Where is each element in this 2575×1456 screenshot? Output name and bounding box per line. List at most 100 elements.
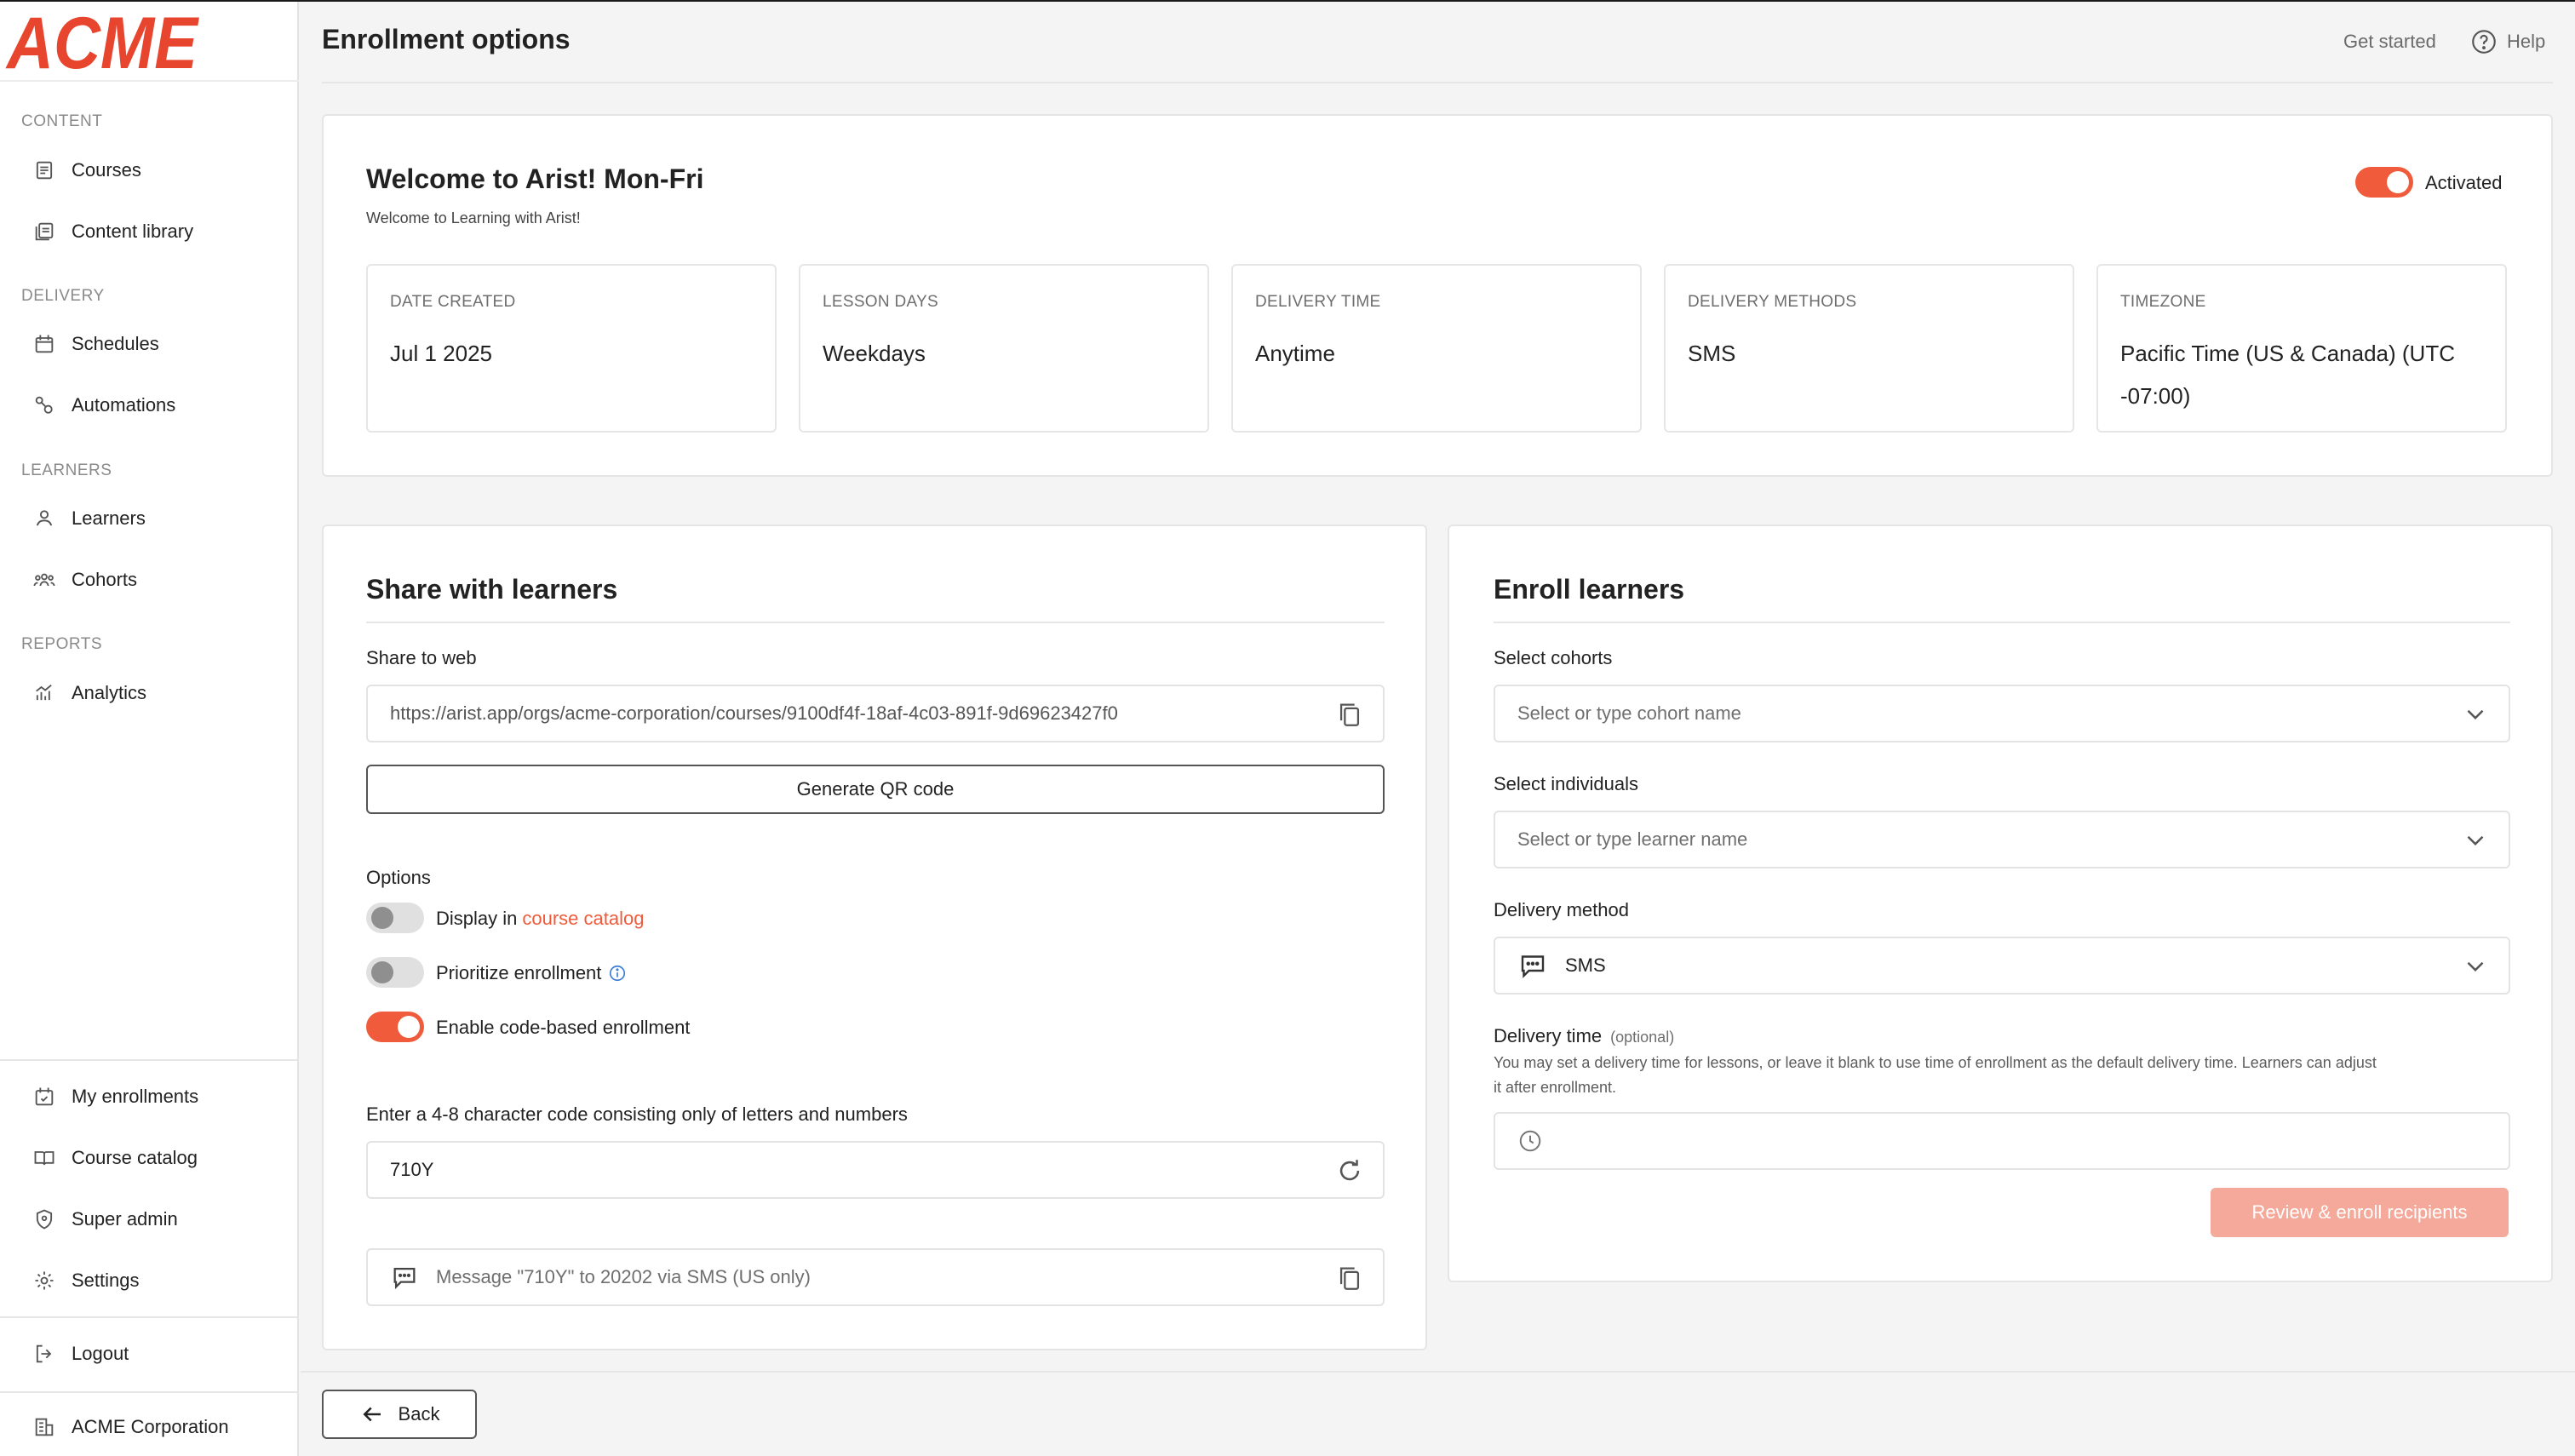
chat-icon (1521, 955, 1545, 978)
back-label: Back (398, 1403, 440, 1424)
acme-logo[interactable]: ACME (5, 9, 201, 75)
delivery-time-label: Delivery time (optional) (1494, 1025, 1674, 1047)
sidebar-item-analytics[interactable]: Analytics (0, 668, 299, 719)
course-catalog-link[interactable]: course catalog (522, 908, 644, 930)
arrow-left-icon (363, 1407, 381, 1422)
help-button[interactable]: Help (2469, 27, 2545, 56)
help-icon (2472, 30, 2496, 54)
option-label: Prioritize enrollment (436, 962, 602, 983)
info-box-lesson-days: LESSON DAYS Weekdays (799, 264, 1209, 433)
sidebar-item-course-catalog[interactable]: Course catalog (0, 1132, 299, 1184)
schedule-title: Welcome to Arist! Mon-Fri (366, 163, 704, 194)
copy-icon[interactable] (1335, 700, 1364, 729)
enrollment-code-input[interactable]: 710Y (366, 1141, 1385, 1199)
user-icon (36, 510, 53, 526)
info-box-label: LESSON DAYS (823, 293, 938, 311)
info-box-label: DELIVERY TIME (1255, 293, 1381, 311)
chevron-down-icon (2467, 961, 2484, 972)
display-catalog-toggle[interactable] (366, 903, 424, 933)
sidebar-item-label: Learners (72, 507, 146, 529)
chevron-down-icon (2467, 709, 2484, 720)
refresh-icon[interactable] (1335, 1156, 1364, 1185)
activated-label: Activated (2425, 172, 2503, 193)
delivery-method-value: SMS (1565, 954, 1606, 976)
prioritize-enrollment-toggle[interactable] (366, 957, 424, 988)
info-box-value: SMS (1688, 341, 1736, 366)
share-card: Share with learners Share to web https:/… (322, 525, 1427, 1350)
display-catalog-option: Display in course catalog (436, 908, 644, 930)
section-label-reports: REPORTS (21, 635, 103, 653)
sidebar-item-label: Analytics (72, 682, 147, 703)
sidebar-item-my-enrollments[interactable]: My enrollments (0, 1071, 299, 1122)
gear-icon (35, 1271, 54, 1290)
section-label-learners: LEARNERS (21, 461, 112, 479)
learner-select-placeholder: Select or type learner name (1517, 828, 1748, 850)
sidebar-item-automations[interactable]: Automations (0, 380, 299, 431)
generate-qr-button[interactable]: Generate QR code (366, 765, 1385, 814)
delivery-time-help-line: it after enrollment. (1494, 1079, 1617, 1096)
prioritize-enrollment-option: Prioritize enrollment (436, 962, 627, 984)
sidebar-item-settings[interactable]: Settings (0, 1255, 299, 1306)
sidebar-item-logout[interactable]: Logout (0, 1328, 299, 1379)
option-label: Enable code-based enrollment (436, 1017, 691, 1038)
info-box-timezone: TIMEZONE Pacific Time (US & Canada) (UTC… (2096, 264, 2507, 433)
code-enrollment-toggle[interactable] (366, 1012, 424, 1042)
share-url-field[interactable]: https://arist.app/orgs/acme-corporation/… (366, 685, 1385, 742)
learner-select[interactable]: Select or type learner name (1494, 811, 2510, 868)
sidebar-item-label: Cohorts (72, 569, 138, 590)
info-box-delivery-methods: DELIVERY METHODS SMS (1664, 264, 2074, 433)
optional-tag: (optional) (1610, 1029, 1675, 1046)
sidebar-item-learners[interactable]: Learners (0, 493, 299, 544)
share-title: Share with learners (366, 574, 618, 605)
enrollment-icon (35, 1087, 54, 1106)
divider (366, 622, 1385, 623)
sidebar-item-content-library[interactable]: Content library (0, 206, 299, 257)
sidebar-item-label: Content library (72, 221, 194, 242)
sms-message-field[interactable]: Message "710Y" to 20202 via SMS (US only… (366, 1248, 1385, 1306)
get-started-link[interactable]: Get started (2343, 31, 2436, 53)
section-label-content: CONTENT (21, 112, 103, 130)
activated-toggle[interactable] (2355, 167, 2413, 198)
schedule-summary-card: Welcome to Arist! Mon-Fri Welcome to Lea… (322, 114, 2553, 477)
divider (322, 82, 2553, 83)
info-box-value: Pacific Time (US & Canada) (UTC -07:00) (2120, 341, 2455, 409)
sidebar-item-cohorts[interactable]: Cohorts (0, 554, 299, 605)
copy-icon[interactable] (1335, 1264, 1364, 1293)
schedule-subtitle: Welcome to Learning with Arist! (366, 209, 581, 226)
share-to-web-label: Share to web (366, 647, 477, 668)
section-label-delivery: DELIVERY (21, 287, 105, 305)
cohort-select-placeholder: Select or type cohort name (1517, 702, 1741, 724)
delivery-time-input[interactable] (1494, 1112, 2510, 1170)
info-box-label: TIMEZONE (2120, 293, 2206, 311)
delivery-method-label: Delivery method (1494, 899, 1629, 920)
sidebar-item-super-admin[interactable]: Super admin (0, 1194, 299, 1245)
sidebar-item-label: Courses (72, 159, 141, 181)
divider (301, 1371, 2575, 1373)
cohort-select[interactable]: Select or type cohort name (1494, 685, 2510, 742)
divider (0, 1316, 299, 1318)
sidebar-item-organization[interactable]: ACME Corporation (0, 1402, 299, 1453)
info-icon[interactable] (608, 964, 627, 983)
chevron-down-icon (2467, 835, 2484, 846)
delivery-method-select[interactable]: SMS (1494, 937, 2510, 995)
analytics-icon (36, 684, 52, 701)
page-title: Enrollment options (322, 24, 571, 54)
sidebar-item-label: ACME Corporation (72, 1416, 229, 1437)
review-enroll-button[interactable]: Review & enroll recipients (2211, 1188, 2509, 1237)
back-button[interactable]: Back (322, 1390, 477, 1439)
divider (0, 1059, 299, 1061)
clock-icon (1519, 1130, 1541, 1152)
list-icon (36, 161, 53, 180)
enroll-title: Enroll learners (1494, 574, 1685, 605)
sidebar-item-label: Course catalog (72, 1147, 198, 1168)
divider (1494, 622, 2510, 623)
sidebar-item-label: Automations (72, 394, 176, 416)
sidebar-item-courses[interactable]: Courses (0, 145, 299, 196)
option-label: Display in (436, 908, 518, 929)
sidebar-item-label: Schedules (72, 333, 159, 354)
help-label: Help (2507, 31, 2546, 52)
sidebar-item-label: My enrollments (72, 1086, 199, 1107)
sidebar-item-schedules[interactable]: Schedules (0, 318, 299, 370)
enrollment-code-label: Enter a 4-8 character code consisting on… (366, 1103, 908, 1125)
info-box-date-created: DATE CREATED Jul 1 2025 (366, 264, 777, 433)
